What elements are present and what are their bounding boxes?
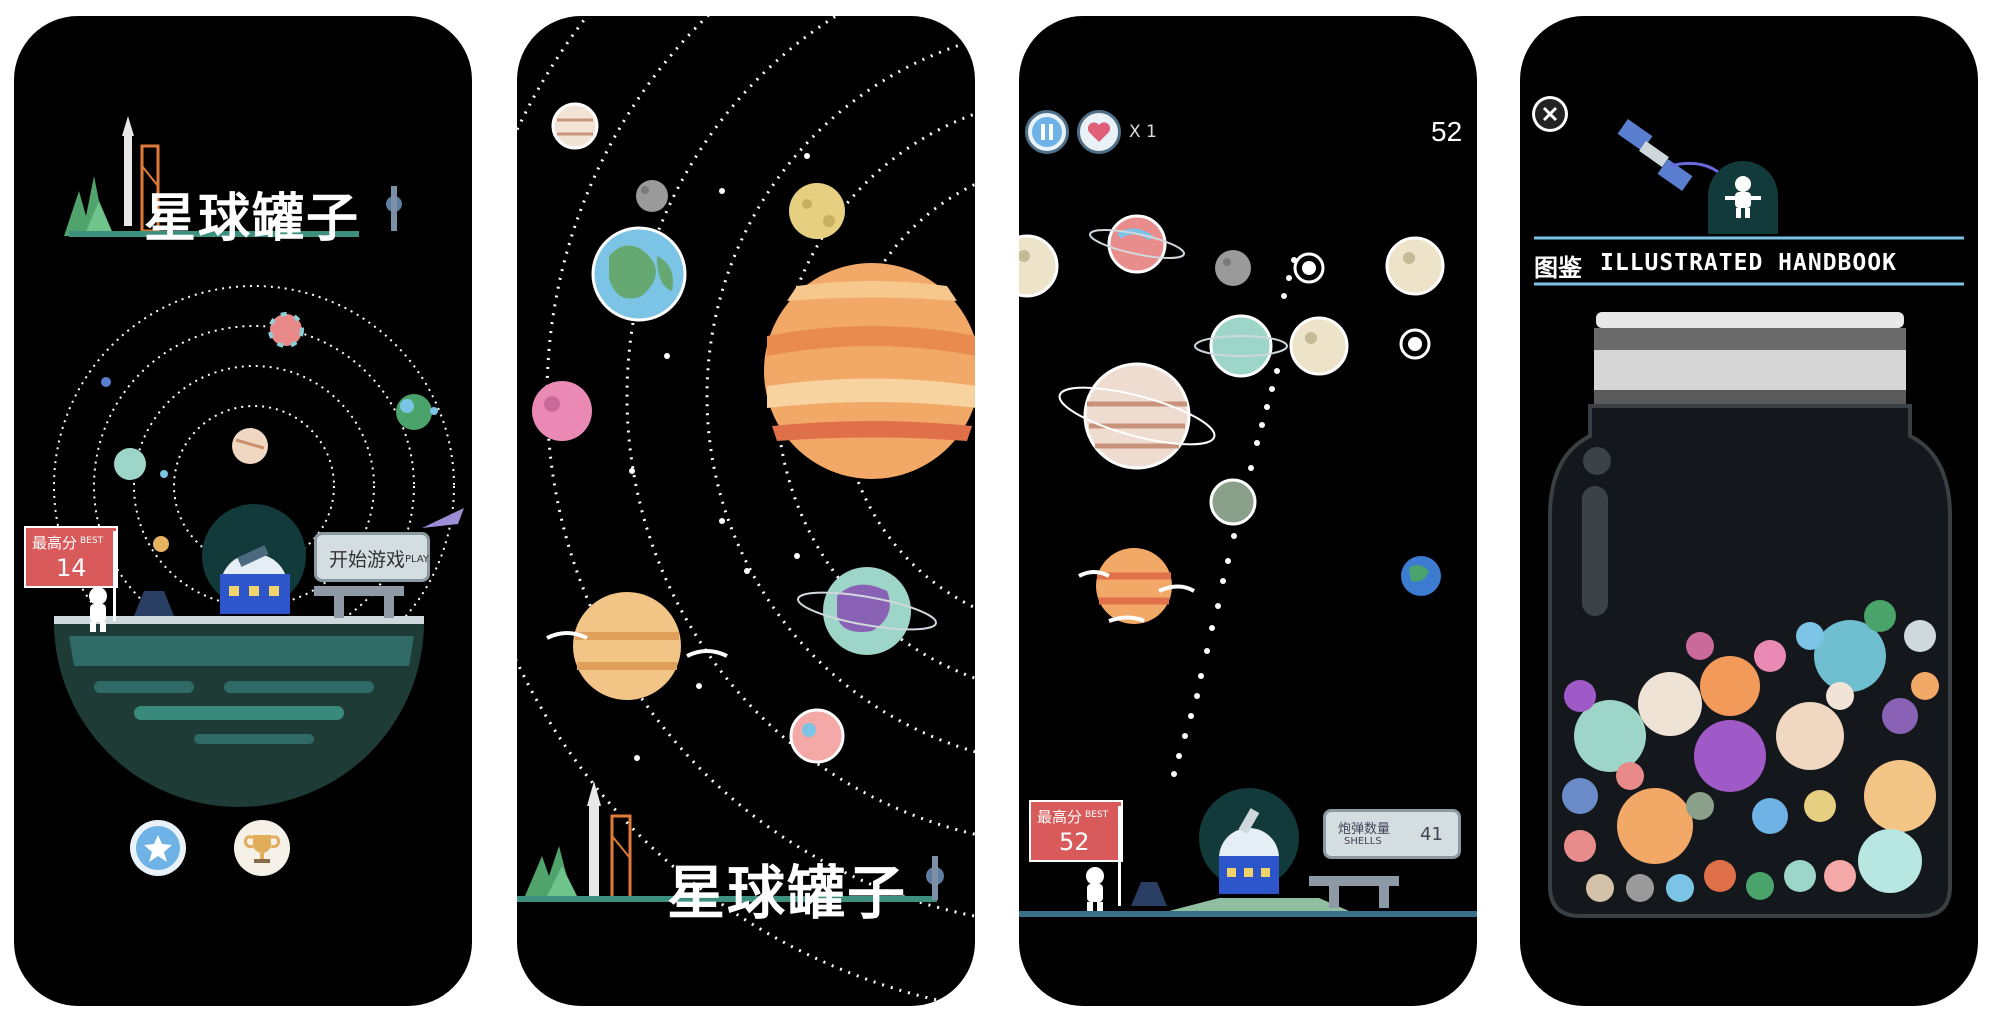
best-score-value: 14	[56, 554, 87, 582]
gameplay-screen: X 1 52 最高分 BEST 52 炮弹数量 SHELLS 41	[1019, 16, 1477, 1006]
pause-button[interactable]	[1025, 110, 1069, 154]
heart-icon	[1087, 122, 1111, 142]
shells-label: 炮弹数量	[1338, 822, 1391, 837]
ground	[54, 616, 424, 807]
best-label-en: BEST	[80, 536, 104, 546]
trophy-icon	[243, 835, 281, 863]
best-score-sign: 最高分 BEST 52	[1029, 800, 1123, 862]
close-button[interactable]	[1532, 96, 1568, 132]
best-score-sign: 最高分 BEST 14	[24, 526, 118, 588]
star-button[interactable]	[130, 820, 186, 876]
best-label: 最高分	[32, 534, 78, 552]
best-score-value: 52	[1059, 828, 1090, 856]
play-label-en: PLAY	[405, 554, 430, 565]
handbook-screen: 图鉴 ILLUSTRATED HANDBOOK	[1520, 16, 1978, 1006]
planets	[532, 102, 975, 764]
play-button[interactable]: 开始游戏 PLAY	[314, 532, 430, 582]
astronaut-capsule	[1708, 161, 1778, 234]
shells-counter: 炮弹数量 SHELLS 41	[1323, 809, 1461, 859]
close-icon	[1535, 99, 1565, 129]
game-title: 星球罐子	[144, 189, 361, 249]
lives-multiplier: X 1	[1129, 122, 1157, 142]
handbook-title-cn: 图鉴	[1534, 254, 1582, 282]
solar-system-screen: 星球罐子	[517, 16, 975, 1006]
star-icon	[136, 826, 180, 870]
current-score: 52	[1431, 116, 1463, 147]
planets	[1019, 214, 1445, 624]
shells-label-en: SHELLS	[1344, 836, 1382, 847]
home-screen: 星球罐子 最高分 BEST 14 开始游戏 PLAY	[14, 16, 472, 1006]
handbook-illustration	[1534, 119, 1964, 918]
game-title: 星球罐子	[667, 859, 908, 927]
sign-pole	[113, 531, 116, 621]
shells-count: 41	[1420, 824, 1443, 845]
play-label: 开始游戏	[329, 549, 406, 571]
best-label-en: BEST	[1085, 810, 1109, 820]
handbook-title-en: ILLUSTRATED HANDBOOK	[1600, 250, 1897, 276]
trophy-button[interactable]	[234, 820, 290, 876]
astronaut	[1086, 867, 1104, 911]
best-label: 最高分	[1037, 808, 1083, 826]
lives-indicator	[1077, 110, 1121, 154]
sign-pole	[1118, 806, 1121, 906]
pause-icon	[1032, 117, 1062, 147]
